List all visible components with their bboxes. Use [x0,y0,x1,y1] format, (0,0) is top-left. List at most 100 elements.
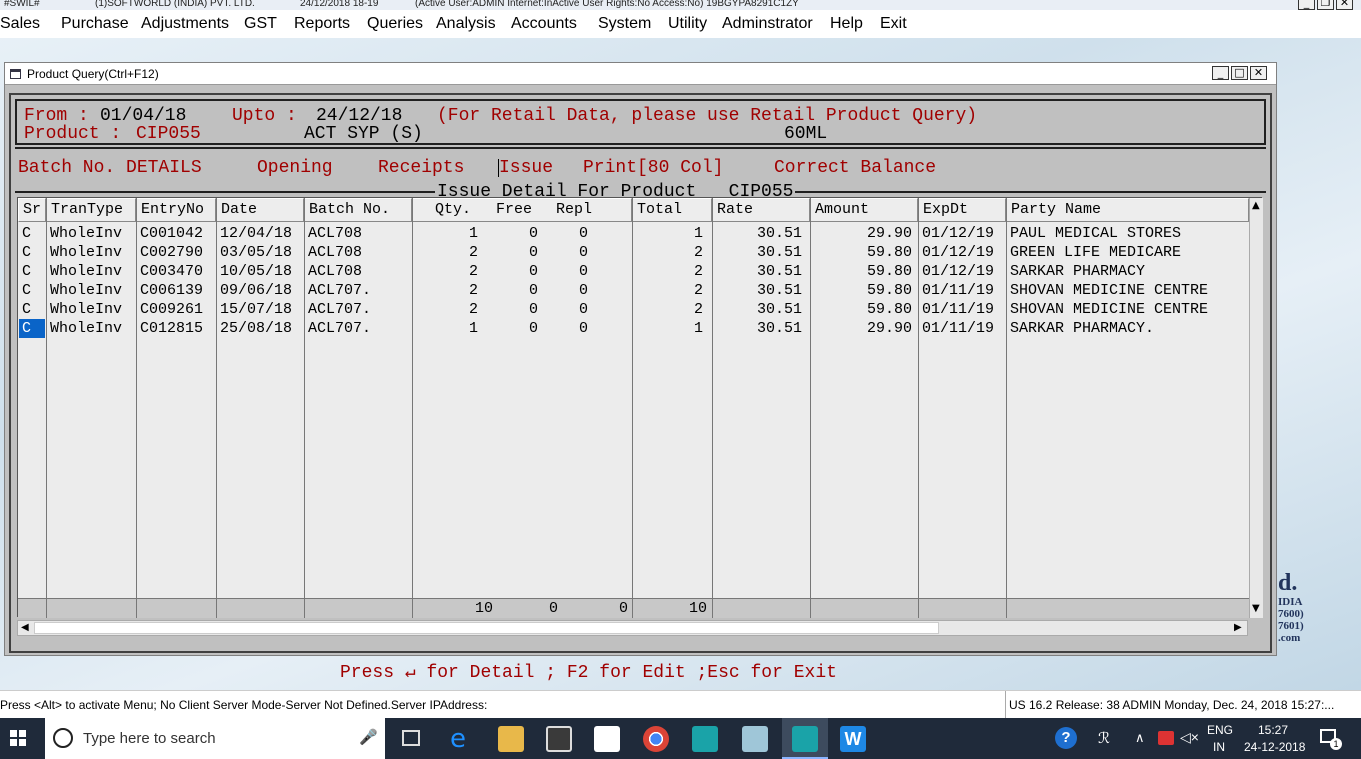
column-header[interactable]: TranType [46,198,136,222]
menu-adminstrator[interactable]: Adminstrator [722,15,813,33]
help-icon[interactable]: ? [1055,727,1077,749]
menu-reports[interactable]: Reports [294,15,350,33]
menu-adjustments[interactable]: Adjustments [141,15,229,33]
maximize-icon[interactable]: □ [1231,66,1248,80]
cell-free: 0 [528,320,538,337]
menu-analysis[interactable]: Analysis [436,15,496,33]
menu-exit[interactable]: Exit [880,15,907,33]
product-label: Product : [24,124,122,144]
column-header[interactable]: Sr [18,198,46,222]
menu-help[interactable]: Help [830,15,863,33]
language-bottom[interactable]: IN [1213,740,1225,754]
horizontal-scrollbar[interactable]: ◀ ▶ [17,620,1248,636]
column-header[interactable]: Qty. [412,198,492,222]
cell-qty: 2 [468,301,478,318]
cell-batch: ACL707. [308,282,372,299]
query-panel: From : 01/04/18 Upto : 24/12/18 (For Ret… [9,93,1272,653]
menu-accounts[interactable]: Accounts [511,15,577,33]
cell-rate: 30.51 [756,301,802,318]
table-row[interactable]: C WholeInv C002790 03/05/18 ACL708 2 0 0 2 30.51 5… [18,243,1249,262]
column-header[interactable]: Rate [712,198,810,222]
column-header[interactable]: Free [492,198,552,222]
table-row[interactable]: C WholeInv C012815 25/08/18 ACL707. 1 0 0 1 30.51… [18,319,1249,338]
swil-app-icon[interactable] [692,726,718,752]
cell-date: 03/05/18 [220,244,293,261]
menu-purchase[interactable]: Purchase [61,15,129,33]
minimize-icon[interactable]: _ [1298,0,1315,10]
people-icon[interactable]: ℛ [1098,729,1110,747]
cell-total: 2 [693,301,703,318]
menu-system[interactable]: System [598,15,651,33]
menu-queries[interactable]: Queries [367,15,423,33]
store-icon[interactable] [546,726,572,752]
column-header[interactable]: Party Name [1006,198,1249,222]
column-header[interactable]: Total [632,198,712,222]
table-row[interactable]: C WholeInv C006139 09/06/18 ACL707. 2 0 0 2 30.51… [18,281,1249,300]
language-top[interactable]: ENG [1207,723,1233,737]
issue-detail-grid[interactable]: Sr TranType EntryNo Date Batch No. Qty. Free Re… [17,197,1263,618]
scroll-left-icon[interactable]: ◀ [21,622,29,633]
microphone-icon[interactable]: 🎤 [359,728,378,746]
table-row[interactable]: C WholeInv C001042 12/04/18 ACL708 1 0 0 1 30.51 2… [18,224,1249,243]
table-row[interactable]: C WholeInv C003470 10/05/18 ACL708 2 0 0 2 30.51 5… [18,262,1249,281]
option-issue[interactable]: Issue [498,159,553,177]
minimize-icon[interactable]: _ [1212,66,1229,80]
cell-amount: 29.90 [866,225,912,242]
swil-active-app-icon[interactable] [782,718,828,759]
taskbar-search-box[interactable]: Type here to search 🎤 [45,718,385,759]
clock-date[interactable]: 24-12-2018 [1244,740,1305,754]
cell-repl: 0 [578,244,588,261]
option-receipts[interactable]: Receipts [378,159,464,177]
clock-time[interactable]: 15:27 [1258,723,1288,737]
total-repl: 0 [618,600,628,617]
menu-sales[interactable]: Sales [0,15,40,33]
column-header[interactable]: ExpDt [918,198,1006,222]
scroll-up-icon[interactable]: ▲ [1252,200,1260,211]
cell-qty: 2 [468,244,478,261]
search-icon [53,728,73,748]
upto-date[interactable]: 24/12/18 [316,107,402,125]
restore-icon[interactable]: ❐ [1317,0,1334,10]
cell-free: 0 [528,244,538,261]
option-opening[interactable]: Opening [257,159,333,177]
scroll-down-icon[interactable]: ▼ [1252,603,1260,614]
query-header: From : 01/04/18 Upto : 24/12/18 (For Ret… [15,99,1266,145]
column-header[interactable]: Batch No. [304,198,412,222]
column-header[interactable]: EntryNo [136,198,216,222]
menu-utility[interactable]: Utility [668,15,707,33]
cell-repl: 0 [578,282,588,299]
table-row[interactable]: C WholeInv C009261 15/07/18 ACL707. 2 0 0 2 30.51… [18,300,1249,319]
tray-app-icon[interactable] [1158,731,1174,745]
close-icon[interactable]: ✕ [1336,0,1353,10]
task-view-icon[interactable] [402,730,420,746]
cell-qty: 2 [468,263,478,280]
mail-icon[interactable] [594,726,620,752]
option-batch-details[interactable]: Batch No. DETAILS [18,159,202,177]
column-header[interactable]: Repl [552,198,632,222]
volume-muted-icon[interactable]: ◁× [1180,729,1199,746]
from-date[interactable]: 01/04/18 [100,107,186,125]
word-app-icon[interactable]: W [840,726,866,752]
chevron-up-icon[interactable]: ∧ [1135,730,1145,746]
option-correct-balance[interactable]: Correct Balance [774,159,936,177]
scroll-right-icon[interactable]: ▶ [1234,622,1242,633]
option-print[interactable]: Print[80 Col] [583,159,723,177]
vertical-scrollbar[interactable]: ▲ ▼ [1249,198,1263,618]
scroll-thumb[interactable] [34,622,939,634]
cell-rate: 30.51 [756,244,802,261]
cell-rate: 30.51 [756,320,802,337]
grid-column-line [304,198,305,618]
cell-expdt: 01/12/19 [922,263,995,280]
retail-note: (For Retail Data, please use Retail Prod… [437,106,978,126]
column-header[interactable]: Date [216,198,304,222]
desktop-brand-text: d. IDIA 7600) 7601) .com [1278,570,1358,644]
cell-amount: 59.80 [866,244,912,261]
windows-start-icon[interactable] [10,730,26,746]
column-header[interactable]: Amount [810,198,918,222]
edge-icon[interactable]: e [450,726,476,752]
file-explorer-icon[interactable] [498,726,524,752]
menu-gst[interactable]: GST [244,15,277,33]
close-icon[interactable]: ✕ [1250,66,1267,80]
chrome-icon[interactable] [643,726,669,752]
notes-app-icon[interactable] [742,726,768,752]
